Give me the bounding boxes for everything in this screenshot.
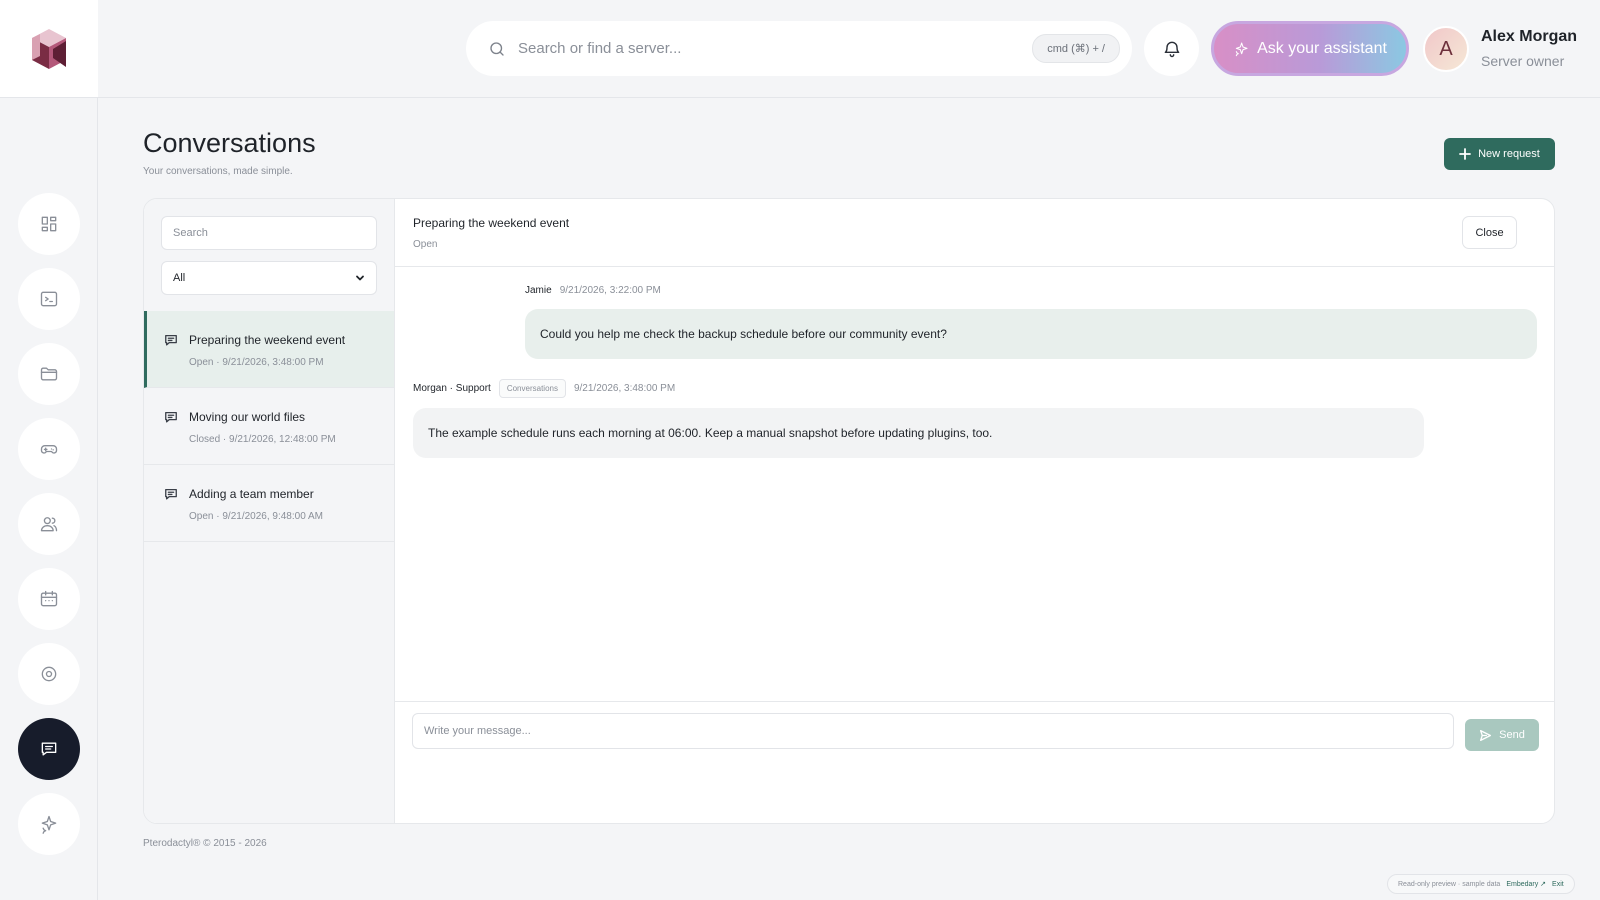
- search-icon: [490, 41, 504, 56]
- global-search[interactable]: Search or find a server... cmd (⌘) + /: [466, 21, 1132, 76]
- conversation-search-input[interactable]: Search: [161, 216, 377, 250]
- conversation-list: Search All Preparing the weekend event O…: [144, 199, 395, 823]
- message-author: Morgan · Support: [413, 383, 491, 394]
- message-composer: Write your message... Send: [395, 701, 1554, 823]
- conversation-item[interactable]: Moving our world files Closed · 9/21/202…: [144, 388, 394, 465]
- top-header: Search or find a server... cmd (⌘) + / A…: [98, 0, 1600, 98]
- sparkle-icon: [1235, 41, 1248, 56]
- nav-dashboard[interactable]: [18, 193, 80, 255]
- message-meta: Morgan · Support Conversations 9/21/2026…: [413, 379, 675, 398]
- nav-users[interactable]: [18, 493, 80, 555]
- users-icon: [40, 517, 58, 532]
- sparkle-icon: [41, 815, 57, 834]
- nav-settings[interactable]: [18, 643, 80, 705]
- grid-icon: [41, 216, 57, 232]
- new-request-button[interactable]: New request: [1444, 138, 1555, 170]
- conversation-meta: Open · 9/21/2026, 9:48:00 AM: [189, 511, 323, 522]
- chat-icon: [164, 333, 178, 347]
- conversation-title: Moving our world files: [189, 410, 306, 424]
- message-tag: Conversations: [498, 379, 566, 398]
- thread-status: Open: [413, 239, 438, 250]
- embedary-link[interactable]: Embedary ↗: [1506, 880, 1546, 888]
- chevron-down-icon: [356, 275, 364, 281]
- gamepad-icon: [40, 445, 58, 454]
- notifications-button[interactable]: [1144, 21, 1199, 76]
- conversation-title: Adding a team member: [189, 487, 314, 501]
- preview-text: Read-only preview · sample data: [1398, 880, 1501, 888]
- close-conversation-button[interactable]: Close: [1462, 216, 1517, 249]
- chat-icon: [164, 487, 178, 501]
- message-time: 9/21/2026, 3:48:00 PM: [573, 383, 676, 394]
- message-meta: Jamie 9/21/2026, 3:22:00 PM: [525, 285, 661, 296]
- user-name: Alex Morgan: [1481, 28, 1578, 45]
- conversation-title: Preparing the weekend event: [189, 333, 346, 347]
- footer-copyright: Pterodactyl® © 2015 - 2026: [143, 838, 267, 849]
- message-bubble-outgoing: Could you help me check the backup sched…: [525, 309, 1537, 359]
- message-author: Jamie: [525, 285, 552, 296]
- conversation-thread: Preparing the weekend event Open Close J…: [395, 199, 1554, 823]
- search-shortcut-hint: cmd (⌘) + /: [1032, 34, 1120, 63]
- conversation-meta: Open · 9/21/2026, 3:48:00 PM: [189, 357, 324, 368]
- sidebar: [0, 0, 98, 900]
- thread-title: Preparing the weekend event: [413, 216, 570, 230]
- conversation-meta: Closed · 9/21/2026, 12:48:00 PM: [189, 434, 336, 445]
- new-request-label: New request: [1478, 148, 1540, 160]
- global-search-input[interactable]: Search or find a server...: [518, 40, 1032, 57]
- ask-assistant-label: Ask your assistant: [1257, 39, 1387, 57]
- conversation-item[interactable]: Adding a team member Open · 9/21/2026, 9…: [144, 465, 394, 542]
- plus-icon: [1459, 148, 1472, 160]
- chat-icon: [164, 410, 178, 424]
- page-title: Conversations: [143, 128, 316, 158]
- conversation-filter-select[interactable]: All: [161, 261, 377, 295]
- send-label: Send: [1499, 729, 1525, 741]
- nav-games[interactable]: [18, 418, 80, 480]
- logo[interactable]: [0, 0, 98, 98]
- nav-files[interactable]: [18, 343, 80, 405]
- nav-console[interactable]: [18, 268, 80, 330]
- ask-assistant-button[interactable]: Ask your assistant: [1211, 21, 1409, 76]
- message-input[interactable]: Write your message...: [412, 713, 1454, 749]
- conversation-item[interactable]: Preparing the weekend event Open · 9/21/…: [144, 311, 394, 388]
- folder-icon: [40, 367, 58, 381]
- send-icon: [1480, 729, 1492, 741]
- conversations-panel: Search All Preparing the weekend event O…: [143, 198, 1555, 824]
- message-time: 9/21/2026, 3:22:00 PM: [559, 285, 661, 296]
- nav-assistant[interactable]: [18, 793, 80, 855]
- message-bubble-incoming: The example schedule runs each morning a…: [413, 408, 1424, 458]
- preview-banner: Read-only preview · sample data Embedary…: [1387, 874, 1575, 894]
- page-subtitle: Your conversations, made simple.: [143, 166, 293, 177]
- logo-icon: [32, 28, 66, 69]
- thread-header: Preparing the weekend event Open Close: [395, 199, 1554, 267]
- send-button[interactable]: Send: [1465, 719, 1539, 751]
- gear-icon: [41, 666, 57, 682]
- exit-preview-link[interactable]: Exit: [1552, 881, 1564, 888]
- bell-icon: [1164, 41, 1179, 57]
- chat-icon: [41, 742, 57, 756]
- filter-value: All: [173, 272, 186, 284]
- calendar-icon: [40, 590, 58, 607]
- user-role: Server owner: [1481, 53, 1565, 69]
- nav-conversations[interactable]: [18, 718, 80, 780]
- nav-schedules[interactable]: [18, 568, 80, 630]
- avatar[interactable]: A: [1423, 26, 1469, 72]
- terminal-icon: [40, 291, 58, 307]
